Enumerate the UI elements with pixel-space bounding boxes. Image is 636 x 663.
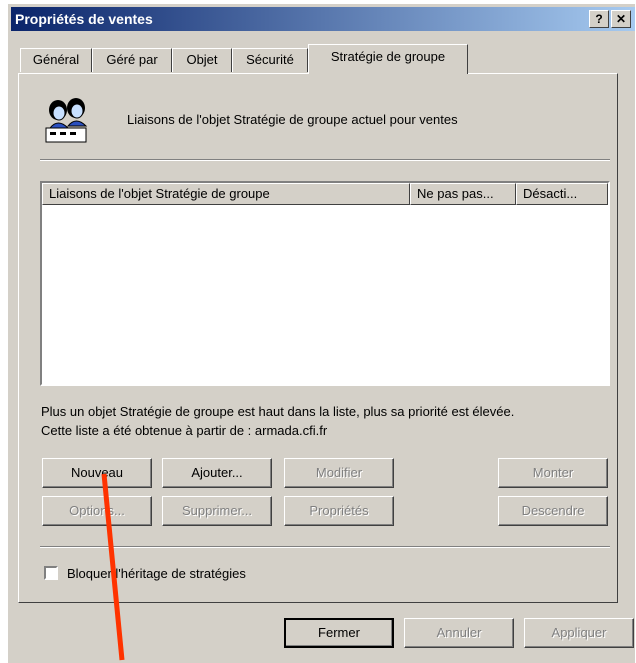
column-header-ne-pas[interactable]: Ne pas pas... [410, 183, 516, 205]
close-icon[interactable]: ✕ [611, 10, 631, 28]
divider [40, 546, 610, 548]
bloquer-heritage-label[interactable]: Bloquer l'héritage de stratégies [67, 566, 246, 581]
appliquer-button[interactable]: Appliquer [524, 618, 634, 648]
tab-objet[interactable]: Objet [172, 48, 232, 72]
tab-securite[interactable]: Sécurité [232, 48, 308, 72]
modifier-button[interactable]: Modifier [284, 458, 394, 488]
window-title: Propriétés de ventes [15, 11, 153, 27]
tab-gere-par[interactable]: Géré par [92, 48, 172, 72]
divider [40, 159, 610, 161]
annuler-button[interactable]: Annuler [404, 618, 514, 648]
info-source-text: Cette liste a été obtenue à partir de : … [41, 423, 328, 438]
help-button[interactable]: ? [589, 10, 609, 28]
column-header-liaisons[interactable]: Liaisons de l'objet Stratégie de groupe [42, 183, 410, 205]
info-priority-text: Plus un objet Stratégie de groupe est ha… [41, 404, 515, 419]
title-bar[interactable]: Propriétés de ventes ? ✕ [11, 7, 635, 31]
ajouter-button[interactable]: Ajouter... [162, 458, 272, 488]
proprietes-button[interactable]: Propriétés [284, 496, 394, 526]
column-header-desactive[interactable]: Désacti... [516, 183, 608, 205]
supprimer-button[interactable]: Supprimer... [162, 496, 272, 526]
header-description: Liaisons de l'objet Stratégie de groupe … [127, 112, 458, 127]
descendre-button[interactable]: Descendre [498, 496, 608, 526]
group-users-icon [45, 98, 88, 143]
fermer-button[interactable]: Fermer [284, 618, 394, 648]
bloquer-heritage-checkbox[interactable] [44, 566, 58, 580]
gpo-links-list[interactable]: Liaisons de l'objet Stratégie de groupe … [40, 181, 610, 386]
options-button[interactable]: Options... [42, 496, 152, 526]
tab-general[interactable]: Général [20, 48, 92, 72]
monter-button[interactable]: Monter [498, 458, 608, 488]
tab-strategie-de-groupe[interactable]: Stratégie de groupe [308, 44, 468, 74]
nouveau-button[interactable]: Nouveau [42, 458, 152, 488]
